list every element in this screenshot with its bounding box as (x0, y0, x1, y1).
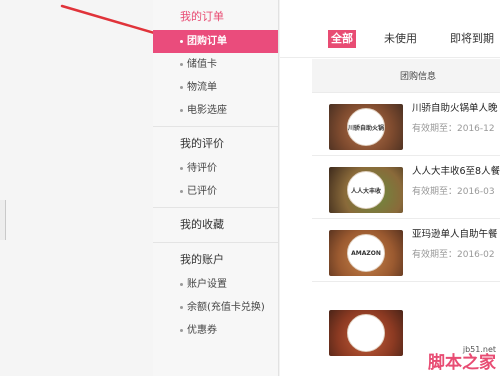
logo-text: AMAZON (351, 249, 381, 257)
sidebar-item-logistics[interactable]: 物流单 (153, 76, 278, 99)
tab-expiring[interactable]: 即将到期 (450, 30, 494, 48)
order-row[interactable]: AMAZON 亚玛逊单人自助午餐 有效期至：2016-02 (312, 220, 500, 282)
deal-title[interactable]: 川骄自助火锅单人晚 (412, 100, 498, 114)
deal-expiry: 有效期至：2016-12 (412, 124, 495, 134)
restaurant-logo: AMAZON (347, 234, 385, 272)
restaurant-logo (347, 314, 385, 352)
left-gutter (0, 0, 153, 376)
order-filter-tabs: 全部 未使用 即将到期 (280, 0, 500, 58)
restaurant-logo: 人人大丰收 (347, 171, 385, 209)
sidebar-item-account-settings[interactable]: 账户设置 (153, 273, 278, 296)
sidebar-item-reviewed[interactable]: 已评价 (153, 180, 278, 203)
sidebar-group-title-reviews[interactable]: 我的评价 (153, 127, 278, 157)
sidebar-group-account: 我的账户 账户设置 余额(充值卡兑换) 优惠券 (153, 243, 278, 346)
sidebar-item-pending-review[interactable]: 待评价 (153, 157, 278, 180)
order-row[interactable]: 人人大丰收 人人大丰收6至8人餐 有效期至：2016-03 (312, 157, 500, 219)
deal-expiry: 有效期至：2016-03 (412, 187, 495, 197)
deal-expiry: 有效期至：2016-02 (412, 250, 495, 260)
sidebar-group-orders: 我的订单 团购订单 储值卡 物流单 电影选座 (153, 0, 278, 127)
sidebar-group-reviews: 我的评价 待评价 已评价 (153, 127, 278, 208)
sidebar-group-title-orders[interactable]: 我的订单 (153, 0, 278, 30)
deal-thumbnail[interactable]: 人人大丰收 (329, 167, 403, 213)
tab-unused[interactable]: 未使用 (384, 30, 417, 48)
deal-title[interactable]: 人人大丰收6至8人餐 (412, 163, 500, 177)
sidebar-group-title-favorites[interactable]: 我的收藏 (153, 208, 278, 238)
logo-text: 川骄自助火锅 (348, 124, 385, 132)
tab-all[interactable]: 全部 (328, 30, 356, 48)
sidebar-item-coupons[interactable]: 优惠券 (153, 319, 278, 342)
sidebar-item-balance[interactable]: 余额(充值卡兑换) (153, 296, 278, 319)
deal-thumbnail[interactable]: AMAZON (329, 230, 403, 276)
sidebar-item-stored-value-card[interactable]: 储值卡 (153, 53, 278, 76)
main-content: 全部 未使用 即将到期 团购信息 川骄自助火锅 川骄自助火锅单人晚 有效期至：2… (280, 0, 500, 376)
sidebar-item-movie-seats[interactable]: 电影选座 (153, 99, 278, 122)
site-watermark: jb51.net 脚本之家 (428, 345, 496, 372)
sidebar-nav: 我的订单 团购订单 储值卡 物流单 电影选座 我的评价 待评价 已评价 我的收藏… (153, 0, 279, 376)
sidebar-group-title-account[interactable]: 我的账户 (153, 243, 278, 273)
order-row[interactable]: 川骄自助火锅 川骄自助火锅单人晚 有效期至：2016-12 (312, 94, 500, 156)
table-header: 团购信息 (312, 59, 500, 93)
window-edge (0, 200, 6, 240)
logo-text: 人人大丰收 (350, 187, 381, 195)
restaurant-logo: 川骄自助火锅 (347, 108, 385, 146)
deal-thumbnail[interactable]: 川骄自助火锅 (329, 104, 403, 150)
deal-thumbnail[interactable] (329, 310, 403, 356)
column-header-deal-info: 团购信息 (400, 72, 437, 82)
sidebar-item-group-orders[interactable]: 团购订单 (153, 30, 278, 53)
watermark-text: 脚本之家 (428, 353, 496, 373)
sidebar-group-favorites: 我的收藏 (153, 208, 278, 243)
deal-title[interactable]: 亚玛逊单人自助午餐 (412, 226, 498, 240)
